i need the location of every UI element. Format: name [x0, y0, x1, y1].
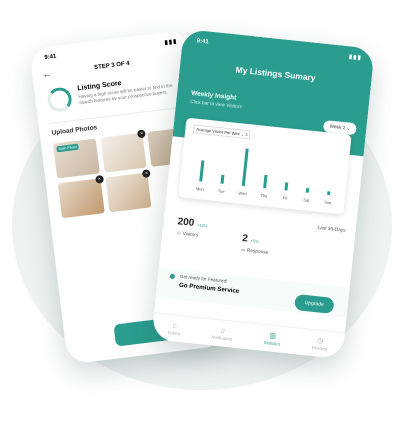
photo-thumb[interactable]: ×	[100, 129, 147, 173]
promo-title: Go Premium Service	[178, 281, 240, 296]
info-icon	[169, 273, 176, 280]
tab-label: Pending	[311, 344, 328, 352]
chart-bar-sun[interactable]	[327, 191, 331, 196]
tab-notification[interactable]: ♫ Notification	[211, 326, 233, 341]
photo-thumb[interactable]: ×	[57, 174, 105, 219]
visitors-label: Visitors	[182, 231, 199, 239]
x-tick-label: Sun	[324, 199, 332, 205]
x-tick-label: Sat	[303, 197, 310, 203]
response-stat: 2 +5% ▭ Response	[241, 228, 271, 256]
signal-icon: ▮▮▮	[348, 54, 363, 62]
message-icon: ▭	[240, 248, 246, 254]
score-ring-icon	[46, 86, 73, 113]
x-tick-label: Mon	[196, 186, 204, 192]
tab-label: Listing	[167, 329, 181, 336]
visitors-stat: 200 +10% ☺ Visitors	[176, 211, 208, 239]
bar-chart: Mon Tue Wed Thu Fri Sat Sun	[196, 148, 332, 205]
x-tick-label: Fri	[283, 195, 288, 200]
visitors-pct: +10%	[196, 222, 208, 229]
home-icon: ⌂	[172, 321, 178, 330]
visitors-value: 200	[177, 216, 195, 229]
chart-bar-mon[interactable]	[199, 160, 205, 182]
status-time: 9:41	[196, 37, 209, 45]
tab-label: Statistics	[263, 339, 281, 347]
tab-label: Notification	[211, 333, 233, 342]
user-icon: ☺	[176, 231, 182, 237]
response-pct: +5%	[250, 237, 259, 244]
main-photo-badge: Main Photo	[56, 143, 80, 153]
chevron-down-icon: ⌄	[346, 125, 351, 131]
chart-bar-wed[interactable]	[241, 148, 249, 187]
response-value: 2	[241, 233, 249, 245]
tab-statistics[interactable]: ▥ Statistics	[263, 331, 281, 347]
chart-bar-thu[interactable]	[263, 174, 268, 189]
x-tick-label: Wed	[238, 190, 247, 196]
close-icon[interactable]: ×	[142, 169, 152, 179]
chart-bar-tue[interactable]	[220, 174, 225, 184]
clock-icon: ◷	[316, 337, 324, 346]
tab-listing[interactable]: ⌂ Listing	[167, 321, 181, 336]
close-icon[interactable]: ×	[94, 174, 104, 184]
close-icon[interactable]: ×	[137, 129, 147, 139]
signal-icon: ▮▮▮	[164, 38, 178, 47]
weekly-chart-card: Average Visitor Per Wee ⌄ 3 Mon Tue Wed Thu…	[178, 117, 352, 215]
chart-bar-fri[interactable]	[284, 182, 289, 191]
chart-bar-sat[interactable]	[305, 188, 310, 193]
tab-pending[interactable]: ◷ Pending	[311, 336, 329, 352]
photo-thumb[interactable]: ×	[105, 169, 152, 213]
period-label: Last 30-Days	[317, 225, 346, 234]
back-arrow-icon[interactable]: ←	[42, 68, 52, 79]
week-selector-label: Week 2	[329, 123, 346, 131]
photo-thumb[interactable]: Main Photo	[52, 138, 100, 179]
x-tick-label: Tue	[218, 188, 226, 194]
status-time: 9:41	[44, 53, 57, 61]
response-label: Response	[246, 248, 269, 256]
x-tick-label: Thu	[260, 193, 267, 199]
page-title: My Listings Sumary	[235, 64, 317, 83]
listings-summary-screen: 9:41 ▮▮▮ My Listings Sumary Weekly Insig…	[151, 28, 375, 360]
